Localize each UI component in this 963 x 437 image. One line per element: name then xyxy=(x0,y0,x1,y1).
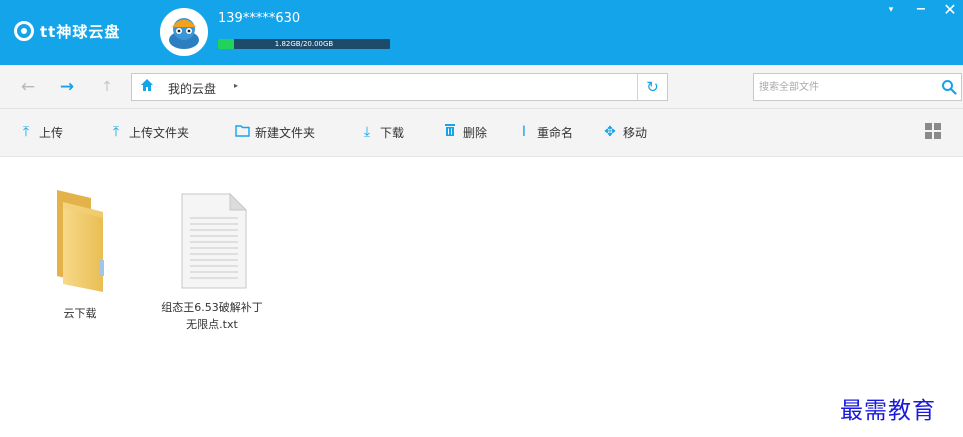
move-label: 移动 xyxy=(623,125,648,140)
up-level-button[interactable]: ↑ xyxy=(96,76,118,98)
upload-folder-icon: ⤒ xyxy=(112,124,120,140)
rename-label: 重命名 xyxy=(537,125,574,140)
action-toolbar: ⤒ 上传 ⤒ 上传文件夹 新建文件夹 ⤓ 下载 删除 I 重命名 ✥ 移动 xyxy=(0,109,963,157)
back-button[interactable]: ← xyxy=(17,76,39,98)
upload-icon: ⤒ xyxy=(22,124,30,140)
file-item-folder[interactable]: 云下载 xyxy=(15,184,145,322)
forward-button[interactable]: → xyxy=(56,76,78,98)
storage-quota-bar: 1.82GB/20.00GB xyxy=(218,39,390,49)
grid-view-icon[interactable] xyxy=(925,123,941,139)
folder-icon xyxy=(57,190,104,292)
avatar[interactable] xyxy=(160,8,208,56)
file-area: 云下载 组态王6.53破解补丁无限点.txt xyxy=(0,158,963,437)
upload-folder-label: 上传文件夹 xyxy=(129,125,190,140)
breadcrumb-arrow-icon[interactable]: ▸ xyxy=(234,81,238,90)
new-folder-label: 新建文件夹 xyxy=(255,125,316,140)
search-icon[interactable] xyxy=(941,79,957,95)
new-folder-button[interactable]: 新建文件夹 xyxy=(234,122,315,142)
minimize-button[interactable]: − xyxy=(908,0,934,22)
trash-icon xyxy=(442,123,458,141)
avatar-icon xyxy=(162,10,206,54)
home-icon[interactable] xyxy=(140,78,154,96)
download-icon: ⤓ xyxy=(363,124,371,140)
file-name: 组态王6.53破解补丁无限点.txt xyxy=(161,301,263,331)
new-folder-icon xyxy=(234,124,250,141)
file-item-txt[interactable]: 组态王6.53破解补丁无限点.txt xyxy=(147,192,277,333)
rename-icon: I xyxy=(521,124,527,140)
file-name: 云下载 xyxy=(63,307,97,320)
delete-button[interactable]: 删除 xyxy=(442,122,487,142)
move-icon: ✥ xyxy=(604,124,616,140)
storage-quota-text: 1.82GB/20.00GB xyxy=(274,40,334,48)
app-logo: tt神球云盘 xyxy=(14,19,120,43)
menu-dropdown-button[interactable]: ▾ xyxy=(878,0,904,22)
logo-text: tt神球云盘 xyxy=(40,22,121,41)
text-file-icon xyxy=(181,192,248,289)
delete-label: 删除 xyxy=(463,125,488,140)
title-bar: tt神球云盘 139*****630 1.82GB/20.00GB ▾ − ✕ xyxy=(0,0,963,65)
refresh-button[interactable]: ↻ xyxy=(637,74,667,100)
close-button[interactable]: ✕ xyxy=(937,0,963,22)
download-label: 下载 xyxy=(380,125,405,140)
watermark: 最需教育 xyxy=(840,398,936,424)
address-bar[interactable]: 我的云盘 ▸ ↻ xyxy=(131,73,668,101)
upload-folder-button[interactable]: ⤒ 上传文件夹 xyxy=(108,122,189,142)
search-box xyxy=(753,73,962,101)
move-button[interactable]: ✥ 移动 xyxy=(602,122,647,142)
logo-icon xyxy=(14,21,34,41)
navigation-bar: ← → ↑ 我的云盘 ▸ ↻ xyxy=(0,65,963,109)
breadcrumb-my-cloud[interactable]: 我的云盘 xyxy=(168,80,216,97)
rename-button[interactable]: I 重命名 xyxy=(516,122,573,142)
upload-button[interactable]: ⤒ 上传 xyxy=(18,122,63,142)
user-name: 139*****630 xyxy=(218,11,301,26)
upload-label: 上传 xyxy=(39,125,64,140)
download-button[interactable]: ⤓ 下载 xyxy=(359,122,404,142)
search-input[interactable] xyxy=(754,74,934,100)
